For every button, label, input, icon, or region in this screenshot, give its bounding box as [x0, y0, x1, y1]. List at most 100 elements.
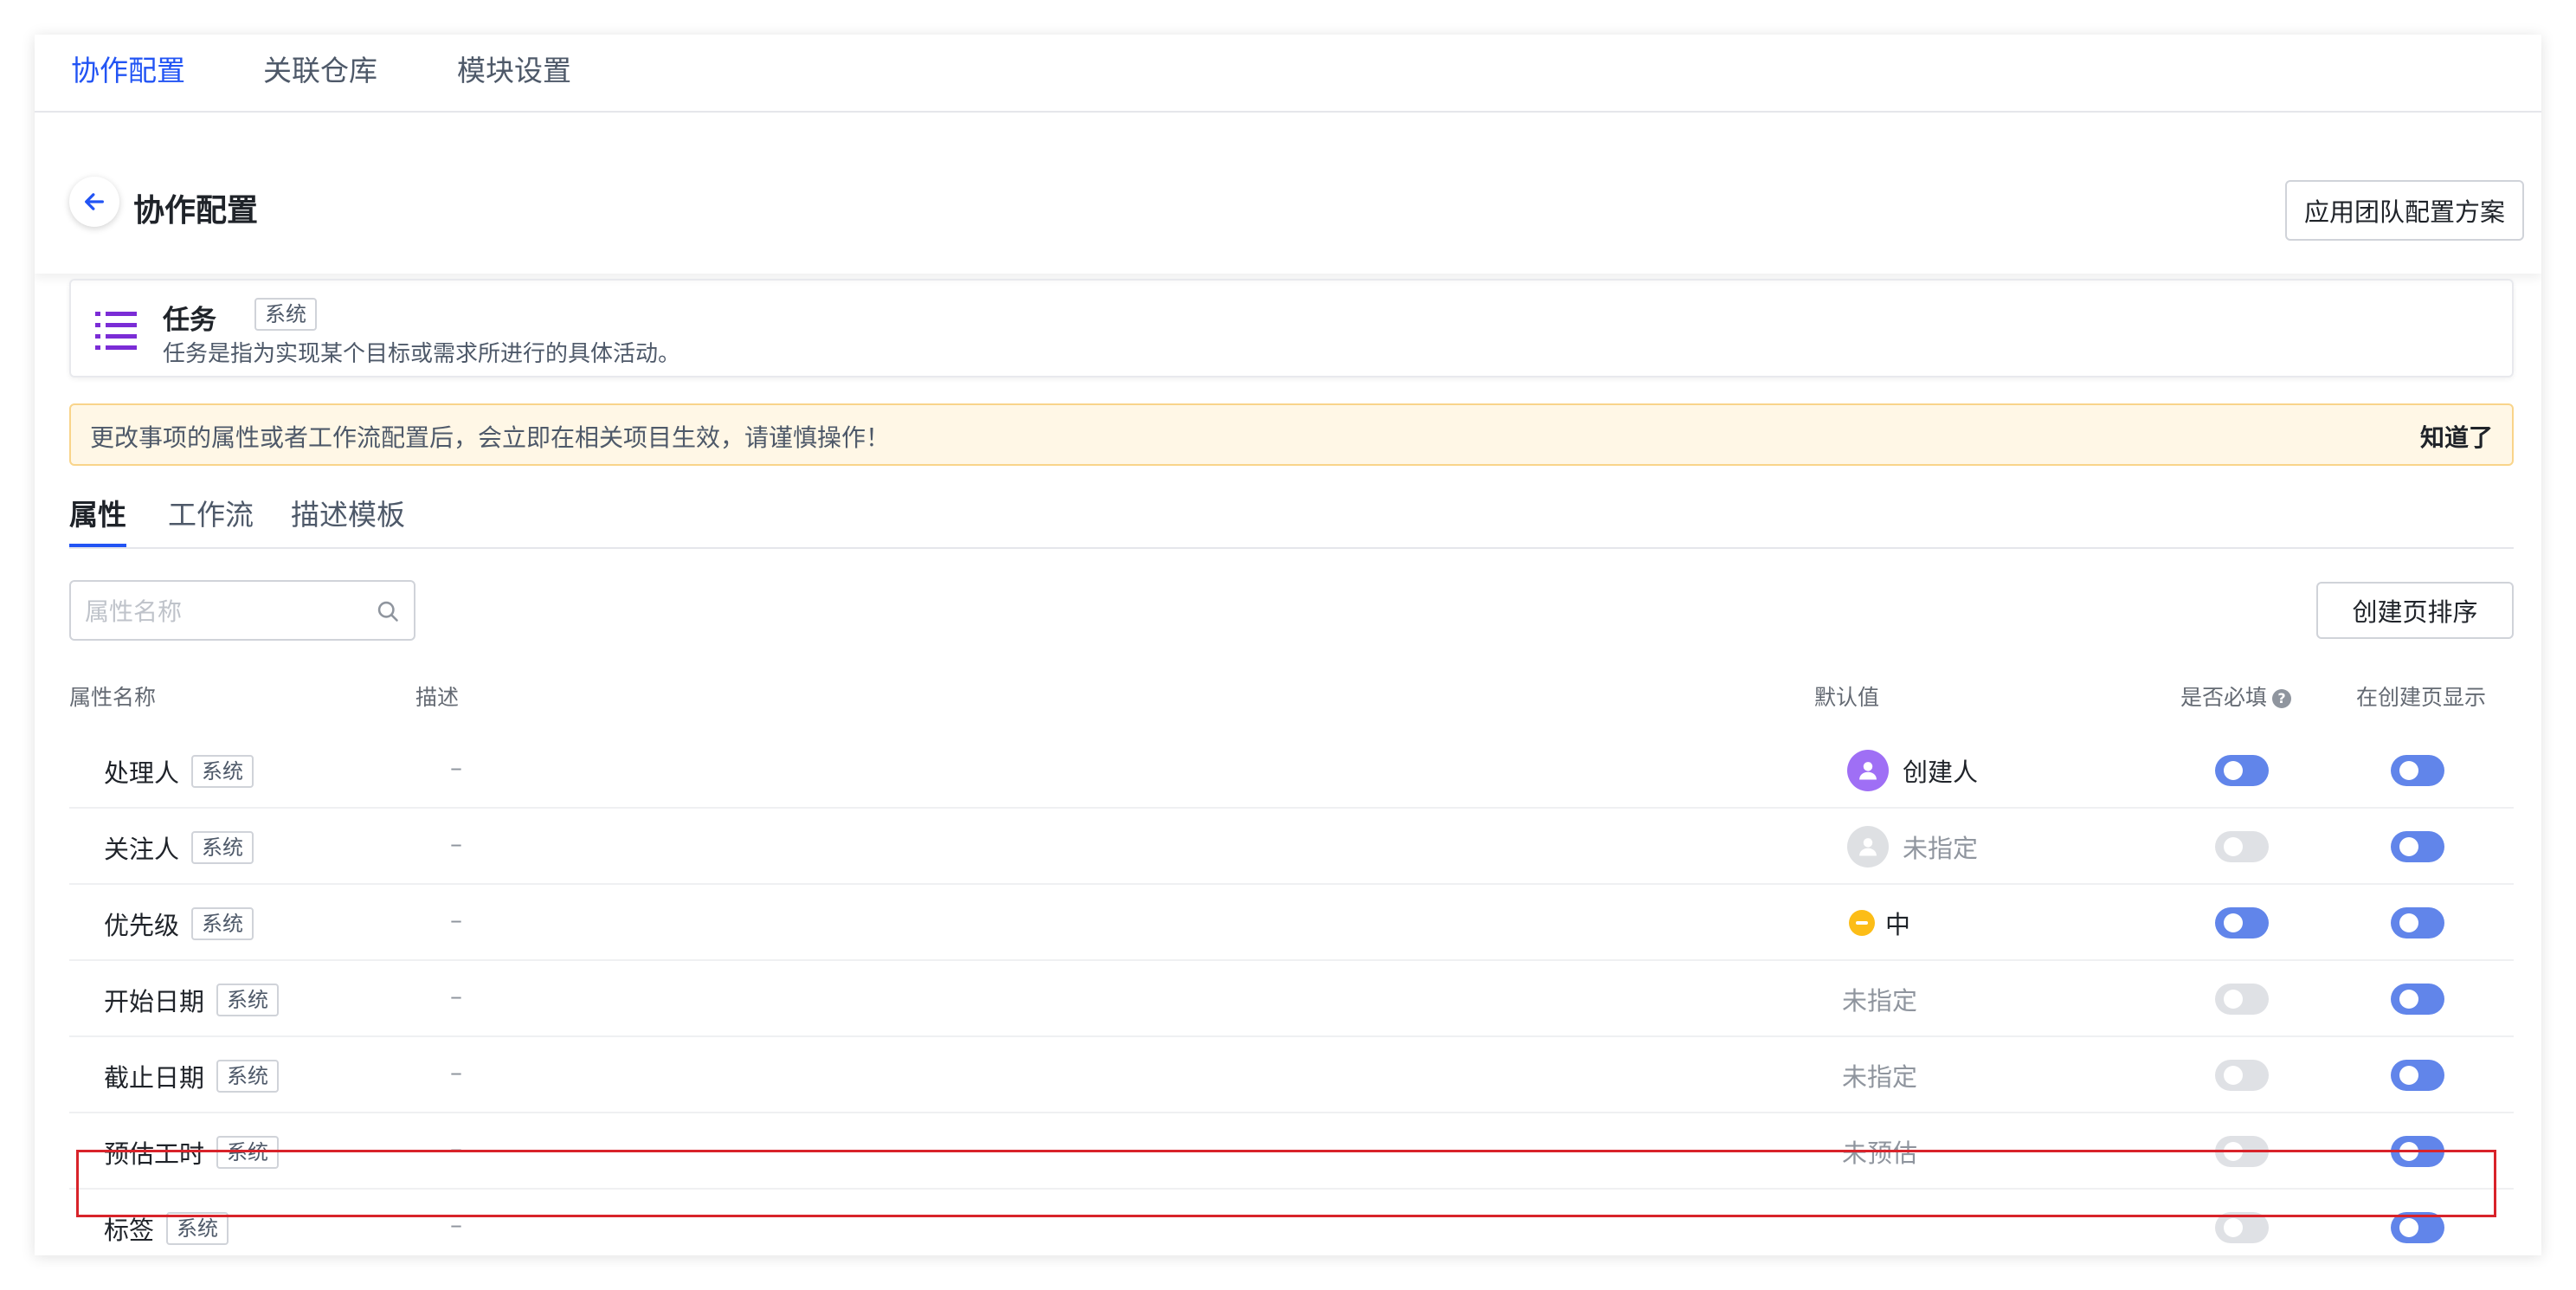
top-nav: 协作配置 关联仓库 模块设置: [35, 35, 2541, 113]
user-avatar-icon: [1847, 750, 1889, 791]
table-row: 标签 系统 –: [69, 1190, 2514, 1255]
tab-workflow[interactable]: 工作流: [168, 492, 254, 533]
toggle-knob: [2224, 913, 2243, 932]
alert-text: 更改事项的属性或者工作流配置后，会立即在相关项目生效，请谨慎操作！: [90, 423, 891, 452]
toggle-knob: [2224, 990, 2243, 1009]
tab-module-settings[interactable]: 模块设置: [457, 54, 571, 88]
system-tag: 系统: [216, 984, 280, 1016]
property-description: –: [450, 1058, 462, 1087]
property-name-cell: 开始日期 系统: [104, 982, 280, 1018]
alert-dismiss-button[interactable]: 知道了: [2420, 419, 2493, 454]
property-name: 截止日期: [104, 1063, 205, 1093]
system-tag: 系统: [191, 907, 254, 940]
property-name-cell: 截止日期 系统: [104, 1058, 280, 1094]
tab-linked-repo[interactable]: 关联仓库: [263, 54, 377, 88]
default-value: 未预估: [1842, 1129, 1917, 1174]
sub-tabs: 属性 工作流 描述模板: [69, 485, 2514, 549]
default-value: 中: [1849, 900, 1910, 945]
col-header-show-on-create: 在创建页显示: [2356, 685, 2487, 710]
toggle-knob: [2399, 1066, 2418, 1085]
main-panel: 协作配置 关联仓库 模块设置 协作配置 应用团队配置方案 任务 系统 任务是指为…: [35, 35, 2541, 1255]
toggle-knob: [2399, 761, 2418, 780]
active-tab-indicator: [69, 544, 126, 547]
property-description: –: [450, 829, 462, 858]
toggle-knob: [2399, 1142, 2418, 1161]
property-search: [69, 580, 415, 641]
default-value: 未指定: [1842, 977, 1917, 1022]
col-header-default: 默认值: [1814, 685, 1880, 710]
property-name: 标签: [104, 1216, 155, 1245]
property-description: –: [450, 753, 462, 782]
priority-medium-icon: [1849, 910, 1875, 936]
property-name-cell: 关注人 系统: [104, 829, 254, 866]
system-tag: 系统: [191, 755, 254, 788]
required-toggle[interactable]: [2215, 1212, 2269, 1243]
col-header-required: 是否必填?: [2180, 680, 2292, 712]
toggle-knob: [2399, 837, 2418, 856]
search-input[interactable]: [85, 592, 362, 630]
list-icon: [95, 312, 137, 350]
task-name: 任务: [163, 305, 216, 336]
default-value: 未指定: [1847, 824, 1978, 869]
tab-collab-config[interactable]: 协作配置: [71, 54, 185, 88]
table-row: 预估工时 系统 – 未预估: [69, 1113, 2514, 1190]
tab-description-template[interactable]: 描述模板: [291, 492, 405, 533]
col-header-desc: 描述: [415, 685, 460, 710]
system-tag: 系统: [166, 1212, 229, 1245]
show-on-create-toggle[interactable]: [2391, 831, 2444, 862]
system-tag: 系统: [191, 831, 254, 864]
property-name: 开始日期: [104, 987, 205, 1016]
task-type-card: 任务 系统 任务是指为实现某个目标或需求所进行的具体活动。: [69, 279, 2514, 377]
property-name-cell: 预估工时 系统: [104, 1134, 280, 1171]
page-title: 协作配置: [133, 193, 259, 229]
property-description: –: [450, 906, 462, 934]
property-description: –: [450, 982, 462, 1010]
warning-alert: 更改事项的属性或者工作流配置后，会立即在相关项目生效，请谨慎操作！ 知道了: [69, 403, 2514, 466]
property-name-cell: 处理人 系统: [104, 753, 254, 790]
show-on-create-toggle[interactable]: [2391, 755, 2444, 786]
required-label: 是否必填: [2180, 685, 2268, 710]
help-icon[interactable]: ?: [2272, 689, 2292, 708]
default-value-text: 未指定: [1842, 986, 1918, 1016]
property-name: 关注人: [104, 835, 180, 864]
required-toggle[interactable]: [2215, 1136, 2269, 1167]
show-on-create-toggle[interactable]: [2391, 1136, 2444, 1167]
default-value: 未指定: [1842, 1053, 1917, 1098]
show-on-create-toggle[interactable]: [2391, 1060, 2444, 1091]
toggle-knob: [2399, 990, 2418, 1009]
toggle-knob: [2224, 761, 2243, 780]
search-icon[interactable]: [376, 599, 400, 623]
apply-team-config-button[interactable]: 应用团队配置方案: [2285, 180, 2524, 241]
toggle-knob: [2224, 837, 2243, 856]
default-value-text: 创建人: [1903, 758, 1979, 787]
required-toggle[interactable]: [2215, 907, 2269, 938]
table-row: 截止日期 系统 – 未指定: [69, 1037, 2514, 1113]
create-page-sort-button[interactable]: 创建页排序: [2316, 582, 2514, 639]
show-on-create-toggle[interactable]: [2391, 907, 2444, 938]
toggle-knob: [2399, 913, 2418, 932]
system-tag: 系统: [216, 1060, 280, 1093]
required-toggle[interactable]: [2215, 984, 2269, 1015]
required-toggle[interactable]: [2215, 831, 2269, 862]
task-description: 任务是指为实现某个目标或需求所进行的具体活动。: [163, 341, 681, 367]
toggle-knob: [2224, 1066, 2243, 1085]
property-name-cell: 优先级 系统: [104, 906, 254, 942]
required-toggle[interactable]: [2215, 1060, 2269, 1091]
show-on-create-toggle[interactable]: [2391, 984, 2444, 1015]
show-on-create-toggle[interactable]: [2391, 1212, 2444, 1243]
property-name: 处理人: [104, 758, 180, 788]
back-button[interactable]: [69, 177, 119, 227]
col-header-name: 属性名称: [69, 685, 157, 710]
table-row: 处理人 系统 – 创建人: [69, 732, 2514, 809]
system-tag: 系统: [254, 298, 317, 331]
property-name: 优先级: [104, 911, 180, 940]
default-value: 创建人: [1847, 748, 1978, 793]
user-avatar-icon: [1847, 826, 1889, 868]
toggle-knob: [2399, 1218, 2418, 1237]
table-row: 优先级 系统 – 中: [69, 885, 2514, 961]
default-value-text: 未指定: [1842, 1062, 1918, 1092]
required-toggle[interactable]: [2215, 755, 2269, 786]
default-value-text: 未预估: [1842, 1138, 1918, 1168]
toggle-knob: [2224, 1218, 2243, 1237]
tab-properties[interactable]: 属性: [69, 492, 126, 533]
